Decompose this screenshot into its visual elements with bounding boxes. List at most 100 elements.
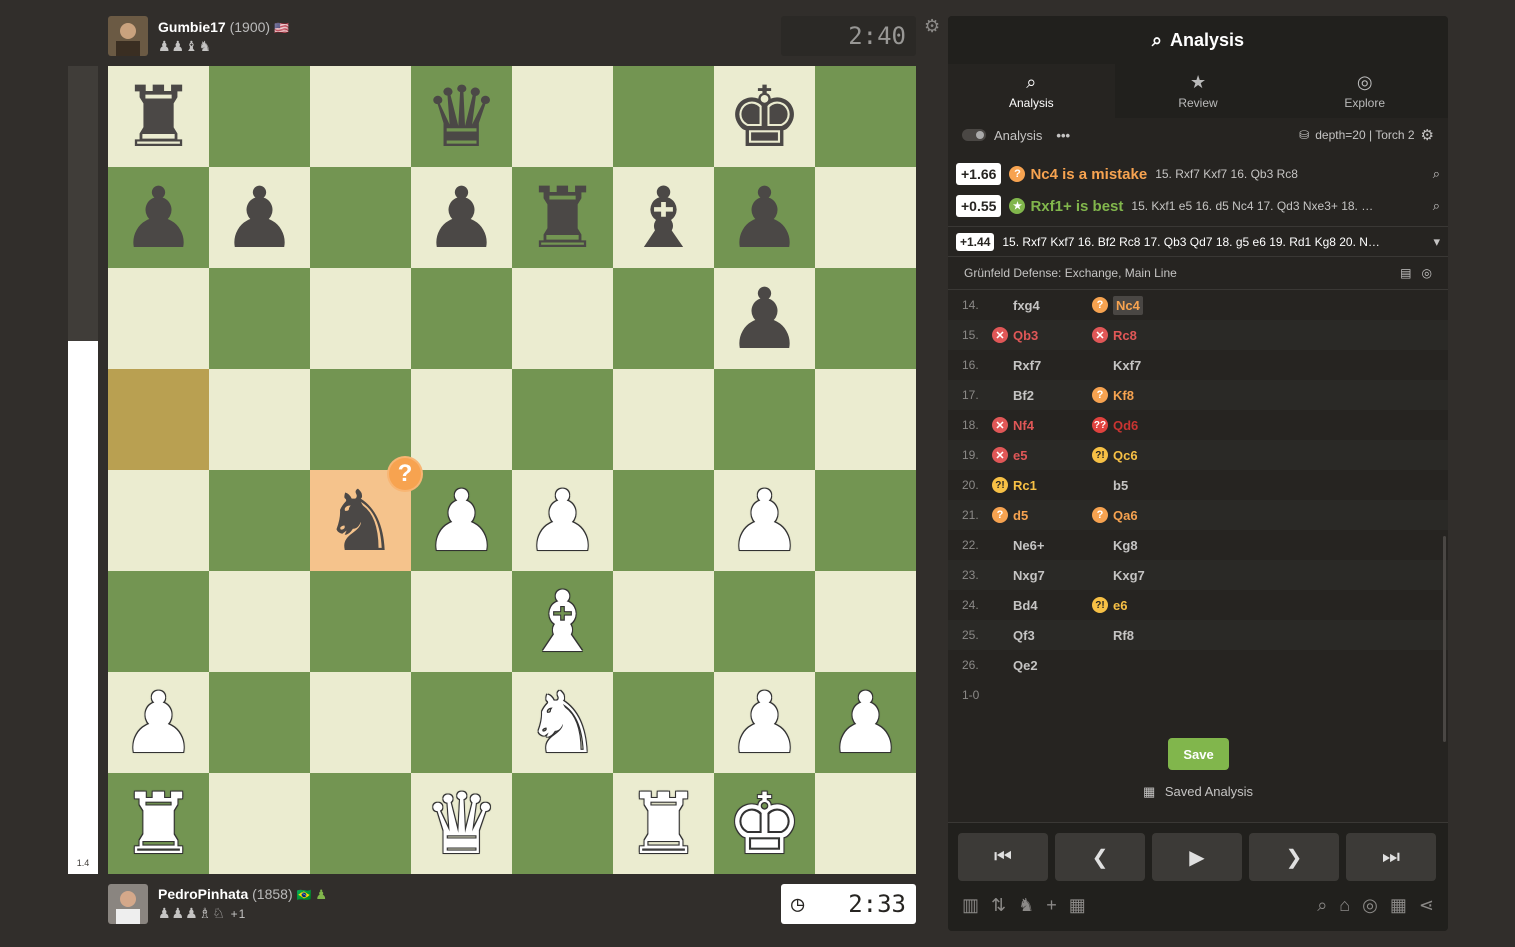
square-e2[interactable]: ♞ [512,672,613,773]
black-move[interactable]: Rf8 [1113,628,1134,643]
square-g8[interactable]: ♚ [714,66,815,167]
square-d8[interactable]: ♛ [411,66,512,167]
black-rook-icon[interactable]: ♜ [525,176,600,260]
compass-icon[interactable]: ◎ [1422,266,1432,280]
book-icon[interactable]: ▤ [1400,266,1411,280]
black-rook-icon[interactable]: ♜ [121,75,196,159]
best-move-line[interactable]: +0.55 ★ Rxf1+ is best 15. Kxf1 e5 16. d5… [956,190,1440,222]
white-move[interactable]: e5 [1013,448,1027,463]
black-move[interactable]: Kxg7 [1113,568,1145,583]
next-move-button[interactable]: ❯ [1249,833,1339,881]
square-g5[interactable] [714,369,815,470]
square-a8[interactable]: ♜ [108,66,209,167]
square-h5[interactable] [815,369,916,470]
square-f5[interactable] [613,369,714,470]
white-move[interactable]: Rxf7 [1013,358,1041,373]
square-h8[interactable] [815,66,916,167]
black-move[interactable]: e6 [1113,598,1127,613]
white-pawn-icon[interactable]: ♟ [727,479,802,563]
square-f6[interactable] [613,268,714,369]
black-queen-icon[interactable]: ♛ [424,75,499,159]
square-c4[interactable]: ♞? [310,456,423,571]
bottom-player-avatar[interactable] [108,884,148,924]
chess-board[interactable]: ♜ ♛ ♚ ♟ ♟ ♟ ♜ ♝ ♟ ♟ ♞? ♟ ♟ ♟ ♝ ♟ ♞ ♟ ♟ ♜ ♛ ♜ ♚ [108,66,916,874]
black-pawn-icon[interactable]: ♟ [424,176,499,260]
square-b8[interactable] [209,66,310,167]
target-icon[interactable]: ◎ [1362,895,1378,916]
last-move-button[interactable]: ⏭ [1346,833,1436,881]
square-f7[interactable]: ♝ [613,167,714,268]
black-move[interactable]: b5 [1113,478,1128,493]
square-a5[interactable] [108,369,209,470]
white-move[interactable]: Ne6+ [1013,538,1044,553]
play-button[interactable]: ▶ [1152,833,1242,881]
white-pawn-icon[interactable]: ♟ [828,681,903,765]
square-h1[interactable] [815,773,916,874]
black-pawn-icon[interactable]: ♟ [727,277,802,361]
square-d2[interactable] [411,672,512,773]
square-f1[interactable]: ♜ [613,773,714,874]
black-knight-icon[interactable]: ♞ [323,479,398,563]
square-b7[interactable]: ♟ [209,167,310,268]
square-e4[interactable]: ♟ [512,470,613,571]
square-c2[interactable] [310,672,411,773]
tab-review[interactable]: ★ Review [1115,64,1282,118]
square-b1[interactable] [209,773,310,874]
white-move[interactable]: Rc1 [1013,478,1037,493]
top-player-avatar[interactable] [108,16,148,56]
saved-analysis-link[interactable]: ▦ Saved Analysis [948,784,1448,800]
engine-gear-icon[interactable]: ⚙ [1421,126,1434,144]
white-bishop-icon[interactable]: ♝ [525,580,600,664]
black-pawn-icon[interactable]: ♟ [121,176,196,260]
white-move[interactable]: Qb3 [1013,328,1038,343]
top-player-name[interactable]: Gumbie17 [158,19,226,35]
clapper-icon[interactable]: ▦ [1390,895,1407,916]
white-move[interactable]: Nf4 [1013,418,1034,433]
white-pawn-icon[interactable]: ♟ [525,479,600,563]
square-a4[interactable] [108,470,209,571]
tab-explore[interactable]: ◎ Explore [1281,64,1448,118]
square-e1[interactable] [512,773,613,874]
black-move[interactable]: Qa6 [1113,508,1138,523]
previous-move-button[interactable]: ❮ [1055,833,1145,881]
square-h4[interactable] [815,470,916,571]
plus-icon[interactable]: + [1046,895,1057,916]
square-a1[interactable]: ♜ [108,773,209,874]
black-move[interactable]: Qc6 [1113,448,1138,463]
square-h3[interactable] [815,571,916,672]
save-button[interactable]: Save [1168,738,1229,770]
white-move[interactable]: fxg4 [1013,298,1040,313]
square-c5[interactable] [310,369,411,470]
square-a2[interactable]: ♟ [108,672,209,773]
engine-line[interactable]: +1.44 15. Rxf7 Kxf7 16. Bf2 Rc8 17. Qb3 … [948,226,1448,256]
knight-icon[interactable]: ♞ [1018,895,1034,916]
square-a3[interactable] [108,571,209,672]
black-move[interactable]: Kf8 [1113,388,1134,403]
black-move[interactable]: Kxf7 [1113,358,1141,373]
zoom-icon[interactable]: ⌕ [1433,198,1440,214]
white-pawn-icon[interactable]: ♟ [424,479,499,563]
square-d4[interactable]: ♟ [411,470,512,571]
move-classification-line[interactable]: +1.66 ? Nc4 is a mistake 15. Rxf7 Kxf7 1… [956,158,1440,190]
square-g2[interactable]: ♟ [714,672,815,773]
square-f8[interactable] [613,66,714,167]
white-queen-icon[interactable]: ♛ [424,782,499,866]
white-move[interactable]: Bf2 [1013,388,1034,403]
square-a6[interactable] [108,268,209,369]
square-f2[interactable] [613,672,714,773]
first-move-button[interactable]: ⏮ [958,833,1048,881]
search-icon[interactable]: ⌕ [1317,895,1327,916]
square-e3[interactable]: ♝ [512,571,613,672]
white-move[interactable]: Bd4 [1013,598,1038,613]
opening-name[interactable]: Grünfeld Defense: Exchange, Main Line [964,266,1177,280]
square-c7[interactable] [310,167,411,268]
share-icon[interactable]: ⋖ [1419,895,1434,916]
square-b2[interactable] [209,672,310,773]
square-b5[interactable] [209,369,310,470]
analysis-toggle[interactable] [962,129,986,141]
white-rook-icon[interactable]: ♜ [626,782,701,866]
square-g7[interactable]: ♟ [714,167,815,268]
flip-board-icon[interactable]: ⇅ [991,895,1006,916]
square-g4[interactable]: ♟ [714,470,815,571]
black-bishop-icon[interactable]: ♝ [626,176,701,260]
